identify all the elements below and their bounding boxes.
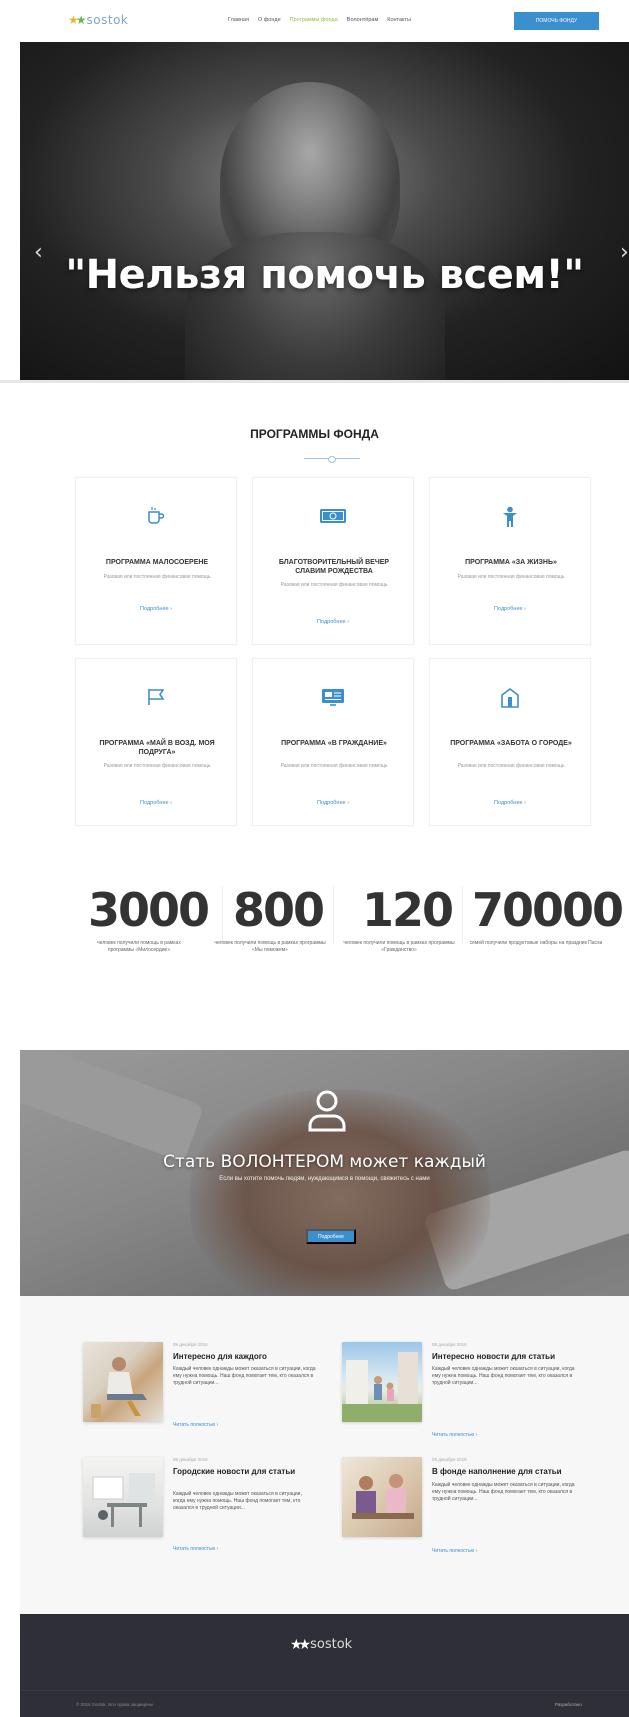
footer-logo[interactable]: ★★ sostok [290, 1636, 352, 1653]
volunteer-more-button[interactable]: Подробнее [306, 1229, 356, 1244]
person-icon [430, 506, 590, 528]
user-icon [308, 1090, 346, 1132]
site-footer: ★★ sostok © 2016 Sostok. Все права защищ… [20, 1614, 629, 1717]
stat-label: человек получили помощь в рамках програм… [214, 940, 326, 953]
stat-number: 3000 [88, 883, 210, 937]
news-text: Каждый человек однажды может оказаться в… [173, 1366, 316, 1386]
program-card[interactable]: ПРОГРАММА МАЛОСОЕРЕНЕ Разовая или постоя… [75, 477, 237, 645]
program-card[interactable]: ПРОГРАММА «МАЙ В ВОЗД. МОЯ ПОДРУГА» Разо… [75, 658, 237, 826]
footer-logo-text: sostok [310, 1637, 353, 1652]
program-card-title: ПРОГРАММА «МАЙ В ВОЗД. МОЯ ПОДРУГА» [99, 740, 215, 756]
news-thumbnail[interactable] [83, 1457, 163, 1537]
stat-number: 70000 [472, 883, 624, 937]
stat-label: человек получили помощь в рамках програм… [97, 940, 181, 953]
stat-divider [222, 886, 223, 944]
logo-stars-icon: ★★ [68, 13, 86, 27]
program-card[interactable]: ПРОГРАММА «ЗА ЖИЗНЬ» Разовая или постоян… [429, 477, 591, 645]
footer-divider [20, 1690, 629, 1691]
news-thumbnail[interactable] [342, 1457, 422, 1537]
news-thumbnail[interactable] [83, 1342, 163, 1422]
stat-label: семей получили продуктовые наборы на пра… [469, 940, 603, 946]
news-date: 08 декабря 2016 [173, 1457, 208, 1462]
hero-slider: "Нельзя помочь всем!" ‹ › [20, 42, 629, 383]
program-card-link[interactable]: Подробнее › [253, 800, 413, 806]
news-title[interactable]: Интересно новости для статьи [432, 1352, 582, 1362]
program-card[interactable]: ПРОГРАММА «В ГРАЖДАНИЕ» Разовая или пост… [252, 658, 414, 826]
stat-divider [462, 886, 463, 944]
news-read-more-link[interactable]: Читать полностью › [432, 1548, 477, 1554]
footer-logo-stars-icon: ★★ [290, 1636, 311, 1652]
logo-text: sostok [86, 13, 129, 27]
program-card-title: ПРОГРАММА «ЗАБОТА О ГОРОДЕ» [450, 740, 572, 747]
news-text: Каждый человек однажды может оказаться в… [432, 1366, 575, 1386]
program-card-desc: Разовая или постоянная финансовая помощь [280, 763, 388, 769]
program-card-desc: Разовая или постоянная финансовая помощь [457, 574, 565, 580]
program-card-link[interactable]: Подробнее › [76, 800, 236, 806]
stat-number: 800 [233, 883, 325, 937]
news-date: 08 декабря 2016 [173, 1342, 208, 1347]
news-title[interactable]: Интересно для каждого [173, 1352, 323, 1362]
news-title[interactable]: В фонде наполнение для статьи [432, 1467, 582, 1477]
program-card-link[interactable]: Подробнее › [430, 606, 590, 612]
money-icon [253, 506, 413, 528]
monitor-icon [253, 687, 413, 709]
main-nav: Главная О фонде Программы фонда Волонтёр… [228, 17, 411, 23]
program-card-link[interactable]: Подробнее › [76, 606, 236, 612]
flag-icon [76, 687, 236, 709]
programs-title: ПРОГРАММЫ ФОНДА [250, 427, 379, 441]
program-card-title: ПРОГРАММА «В ГРАЖДАНИЕ» [281, 740, 387, 747]
news-section: 08 декабря 2016 Интересно для каждого Ка… [20, 1296, 629, 1614]
hero-divider [0, 380, 629, 383]
logo[interactable]: ★★ sostok [68, 13, 128, 27]
stat-label: человек получили помощь в рамках програм… [343, 940, 455, 953]
slider-prev-icon[interactable]: ‹ [34, 240, 43, 265]
developer-link[interactable]: Разработано [555, 1702, 582, 1707]
program-card-title: ПРОГРАММА МАЛОСОЕРЕНЕ [105, 559, 209, 566]
cup-icon [76, 506, 236, 528]
news-thumbnail[interactable] [342, 1342, 422, 1422]
nav-item-volunteers[interactable]: Волонтёрам [347, 17, 378, 23]
nav-item-programs[interactable]: Программы фонда [290, 17, 338, 23]
nav-item-home[interactable]: Главная [228, 17, 249, 23]
news-read-more-link[interactable]: Читать полностью › [173, 1422, 218, 1428]
news-text: Каждый человек однажды может оказаться в… [432, 1482, 575, 1502]
nav-item-about[interactable]: О фонде [258, 17, 281, 23]
program-card-desc: Разовая или постоянная финансовая помощь [103, 763, 211, 769]
house-icon [430, 687, 590, 709]
news-text: Каждый человек однажды может оказаться в… [173, 1491, 302, 1511]
programs-title-underline [304, 456, 360, 463]
slider-next-icon[interactable]: › [620, 240, 629, 265]
stat-divider [333, 886, 334, 944]
banner-overlay [20, 1050, 629, 1296]
program-card-title: БЛАГОТВОРИТЕЛЬНЫЙ ВЕЧЕР СЛАВИМ РОЖДЕСТВА [278, 559, 390, 575]
program-card-desc: Разовая или постоянная финансовая помощь [280, 582, 388, 588]
program-card-desc: Разовая или постоянная финансовая помощь [103, 574, 211, 580]
program-card[interactable]: ПРОГРАММА «ЗАБОТА О ГОРОДЕ» Разовая или … [429, 658, 591, 826]
program-card-desc: Разовая или постоянная финансовая помощь [457, 763, 565, 769]
news-date: 08 декабря 2016 [432, 1342, 467, 1347]
copyright-text: © 2016 Sostok. Все права защищены [76, 1702, 154, 1707]
news-title[interactable]: Городские новости для статьи [173, 1467, 313, 1477]
news-date: 08 декабря 2016 [432, 1457, 467, 1462]
volunteer-title: Стать ВОЛОНТЕРОМ может каждый [163, 1152, 486, 1172]
stat-number: 120 [362, 883, 454, 937]
volunteer-subtitle: Если вы хотите помочь людям, нуждающимся… [219, 1176, 430, 1182]
program-card-link[interactable]: Подробнее › [253, 619, 413, 625]
program-card[interactable]: БЛАГОТВОРИТЕЛЬНЫЙ ВЕЧЕР СЛАВИМ РОЖДЕСТВА… [252, 477, 414, 645]
news-read-more-link[interactable]: Читать полностью › [432, 1432, 477, 1438]
site-header: ★★ sostok Главная О фонде Программы фонд… [0, 0, 629, 42]
help-fund-button[interactable]: ПОМОЧЬ ФОНДУ [514, 12, 599, 30]
news-read-more-link[interactable]: Читать полностью › [173, 1546, 218, 1552]
program-card-title: ПРОГРАММА «ЗА ЖИЗНЬ» [465, 559, 557, 566]
hero-title: "Нельзя помочь всем!" [65, 252, 584, 298]
nav-item-contacts[interactable]: Контакты [387, 17, 411, 23]
volunteer-banner: Стать ВОЛОНТЕРОМ может каждый Если вы хо… [20, 1050, 629, 1296]
program-card-link[interactable]: Подробнее › [430, 800, 590, 806]
